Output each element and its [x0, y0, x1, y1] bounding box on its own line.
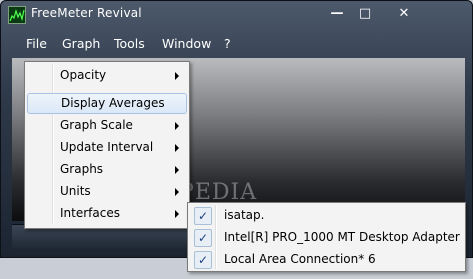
menu-item-label: Display Averages: [61, 96, 165, 110]
submenu-arrow-icon: [175, 122, 179, 130]
menu-item-label: Update Interval: [60, 140, 154, 154]
check-icon: ✓: [194, 229, 212, 247]
context-menu: Opacity Display Averages Graph Scale Upd…: [24, 61, 190, 229]
interface-label: Intel[R] PRO_1000 MT Desktop Adapter: [224, 230, 460, 244]
menu-graph[interactable]: Graph: [62, 36, 100, 51]
check-icon: ✓: [194, 207, 212, 225]
freemeter-graph-icon[interactable]: [8, 6, 26, 24]
minimize-button[interactable]: —: [324, 3, 350, 25]
check-icon: ✓: [194, 251, 212, 269]
menu-item-graph-scale[interactable]: Graph Scale: [27, 115, 187, 136]
menu-item-graphs[interactable]: Graphs: [27, 159, 187, 180]
menu-item-opacity[interactable]: Opacity: [27, 65, 187, 86]
submenu-arrow-icon: [175, 166, 179, 174]
close-button[interactable]: ✕: [380, 3, 428, 25]
menu-item-label: Graphs: [60, 162, 104, 176]
interface-label: Local Area Connection* 6: [224, 252, 376, 266]
menu-item-units[interactable]: Units: [27, 181, 187, 202]
menu-window[interactable]: Window: [162, 36, 211, 51]
menu-item-update-interval[interactable]: Update Interval: [27, 137, 187, 158]
interfaces-submenu: ✓ isatap. ✓ Intel[R] PRO_1000 MT Desktop…: [187, 202, 466, 272]
interface-label: isatap.: [224, 208, 265, 222]
submenu-arrow-icon: [175, 144, 179, 152]
interface-item-local-area-connection[interactable]: ✓ Local Area Connection* 6: [190, 249, 462, 270]
menu-item-label: Units: [60, 184, 91, 198]
menu-item-label: Interfaces: [60, 206, 120, 220]
submenu-arrow-icon: [175, 72, 179, 80]
interface-item-intel-pro[interactable]: ✓ Intel[R] PRO_1000 MT Desktop Adapter: [190, 227, 462, 248]
menu-help[interactable]: ?: [224, 36, 231, 51]
menu-item-label: Opacity: [60, 68, 107, 82]
submenu-arrow-icon: [175, 188, 179, 196]
menu-item-label: Graph Scale: [60, 118, 133, 132]
title-bar[interactable]: FreeMeter Revival — □ ✕: [0, 0, 473, 28]
menu-item-interfaces[interactable]: Interfaces: [27, 203, 187, 224]
window-title: FreeMeter Revival: [31, 6, 142, 20]
menu-tools[interactable]: Tools: [114, 36, 145, 51]
submenu-arrow-icon: [175, 210, 179, 218]
maximize-button[interactable]: □: [352, 3, 378, 25]
menu-file[interactable]: File: [26, 36, 47, 51]
interface-item-isatap[interactable]: ✓ isatap.: [190, 205, 462, 226]
menu-item-display-averages[interactable]: Display Averages: [27, 93, 187, 114]
